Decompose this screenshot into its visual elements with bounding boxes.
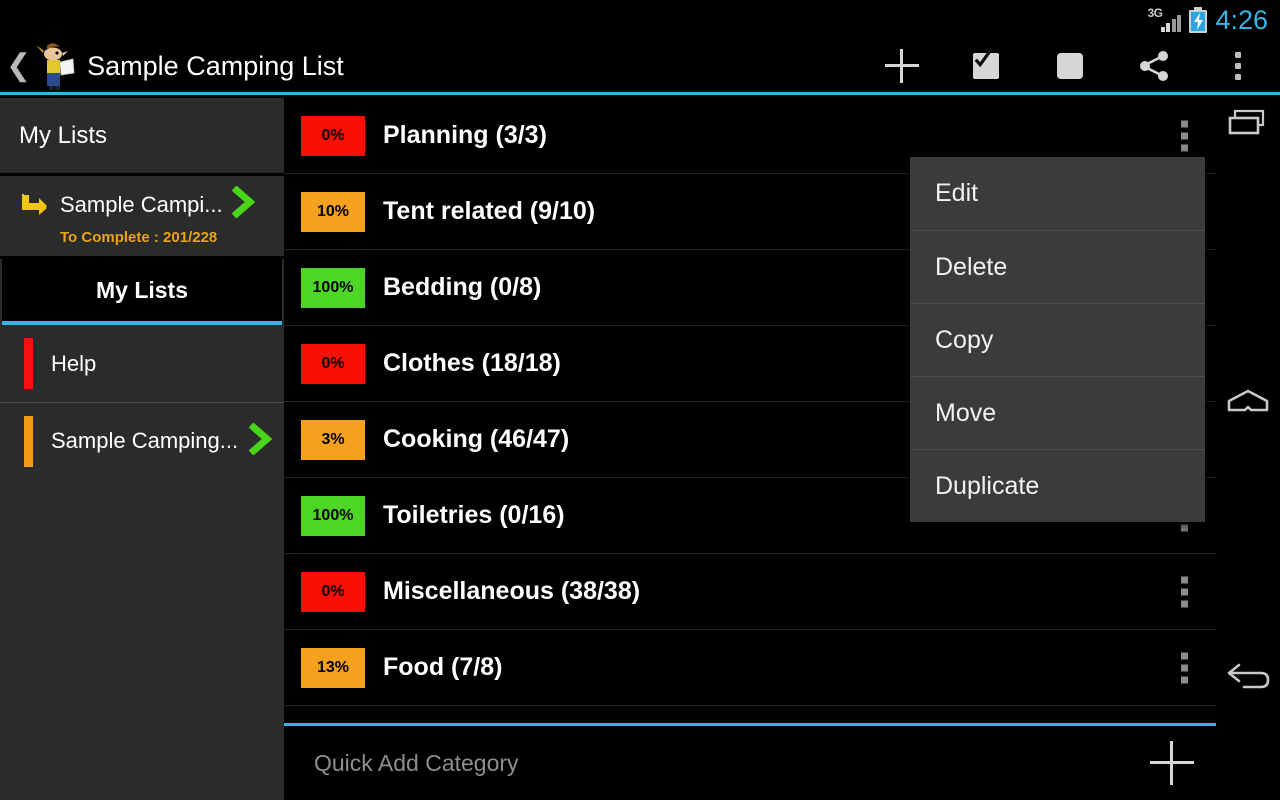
deselect-button[interactable] — [1028, 39, 1112, 94]
signal-3g-icon: 3G — [1147, 6, 1182, 34]
category-label: Toiletries (0/16) — [383, 501, 565, 529]
menu-item-move[interactable]: Move — [910, 376, 1205, 449]
chevron-right-icon[interactable] — [229, 185, 259, 223]
recents-icon — [1226, 107, 1270, 144]
status-bar-clock: 4:26 — [1215, 4, 1268, 35]
corner-arrow-icon — [21, 193, 48, 217]
sidebar-item-color-marker — [24, 338, 33, 389]
share-icon — [1138, 50, 1170, 82]
action-bar-home-up[interactable]: ❮ Sample Camping List — [0, 40, 344, 92]
category-label: Miscellaneous (38/38) — [383, 577, 641, 605]
system-nav-bar — [1216, 95, 1280, 800]
home-button[interactable] — [1216, 375, 1280, 435]
checkbox-checked-icon — [973, 48, 999, 79]
page-title: Sample Camping List — [87, 50, 344, 81]
tab-my-lists[interactable]: My Lists — [2, 259, 282, 325]
table-row[interactable]: 0% Miscellaneous (38/38) — [284, 554, 1216, 630]
sidebar-header-title: My Lists — [19, 121, 108, 149]
breadcrumb-label: Sample Campi... — [60, 191, 223, 217]
square-icon — [1057, 53, 1083, 79]
recents-button[interactable] — [1216, 95, 1280, 155]
chevron-right-icon[interactable] — [246, 421, 276, 460]
sidebar-item-help[interactable]: Help — [0, 325, 284, 402]
app-logo-icon — [33, 42, 75, 90]
progress-badge: 100% — [301, 495, 365, 536]
app-screen: 3G 4:26 ❮ Sample Camping List My Lists S… — [0, 0, 1280, 800]
back-arrow-icon — [1225, 661, 1271, 700]
progress-badge: 3% — [301, 419, 365, 460]
kebab-menu-icon — [1235, 52, 1241, 80]
signal-bars-icon — [1160, 15, 1182, 32]
row-overflow-button[interactable] — [1181, 120, 1188, 151]
sidebar-header: My Lists — [0, 98, 284, 176]
select-all-button[interactable] — [944, 39, 1028, 94]
battery-charging-icon — [1189, 7, 1208, 33]
context-menu: Edit Delete Copy Move Duplicate — [910, 157, 1205, 522]
add-button[interactable] — [860, 39, 944, 94]
category-label: Bedding (0/8) — [383, 273, 542, 301]
status-bar-right: 3G 4:26 — [1147, 5, 1268, 36]
plus-icon — [885, 49, 919, 83]
progress-badge: 13% — [301, 647, 365, 688]
progress-badge: 0% — [301, 115, 365, 156]
menu-item-duplicate[interactable]: Duplicate — [910, 449, 1205, 522]
menu-item-copy[interactable]: Copy — [910, 303, 1205, 376]
progress-badge: 100% — [301, 267, 365, 308]
row-overflow-button[interactable] — [1181, 576, 1188, 607]
breadcrumb-progress: To Complete : 201/228 — [60, 229, 218, 246]
back-chevron-icon[interactable]: ❮ — [6, 51, 31, 81]
progress-badge: 0% — [301, 343, 365, 384]
sidebar-item-sample-camping[interactable]: Sample Camping... — [0, 402, 284, 479]
progress-badge: 0% — [301, 571, 365, 612]
breadcrumb[interactable]: Sample Campi... To Complete : 201/228 — [0, 176, 284, 259]
category-label: Planning (3/3) — [383, 121, 547, 149]
home-icon — [1225, 388, 1271, 423]
progress-badge: 10% — [301, 191, 365, 232]
overflow-button[interactable] — [1196, 39, 1280, 94]
category-label: Tent related (9/10) — [383, 197, 596, 225]
category-label: Cooking (46/47) — [383, 425, 570, 453]
sidebar-item-label: Sample Camping... — [51, 428, 239, 453]
category-label: Clothes (18/18) — [383, 349, 561, 377]
action-bar: ❮ Sample Camping List — [0, 40, 1280, 95]
action-bar-actions — [860, 40, 1280, 92]
menu-item-delete[interactable]: Delete — [910, 230, 1205, 303]
quick-add-button[interactable] — [1150, 741, 1194, 785]
share-button[interactable] — [1112, 39, 1196, 94]
category-label: Food (7/8) — [383, 653, 503, 681]
quick-add-input[interactable]: Quick Add Category — [314, 750, 519, 777]
status-bar: 3G 4:26 — [0, 0, 1280, 40]
table-row[interactable]: 13% Food (7/8) — [284, 630, 1216, 706]
tab-my-lists-label: My Lists — [95, 276, 189, 303]
breadcrumb-row[interactable]: Sample Campi... — [0, 185, 284, 223]
sidebar: My Lists Sample Campi... To Complete: 2… — [0, 98, 284, 800]
back-button[interactable] — [1216, 650, 1280, 710]
row-overflow-button[interactable] — [1181, 652, 1188, 683]
sidebar-item-color-marker — [24, 415, 33, 467]
quick-add-bar: Quick Add Category — [284, 723, 1216, 800]
sidebar-item-label: Help — [51, 350, 97, 376]
menu-item-edit[interactable]: Edit — [910, 157, 1205, 230]
